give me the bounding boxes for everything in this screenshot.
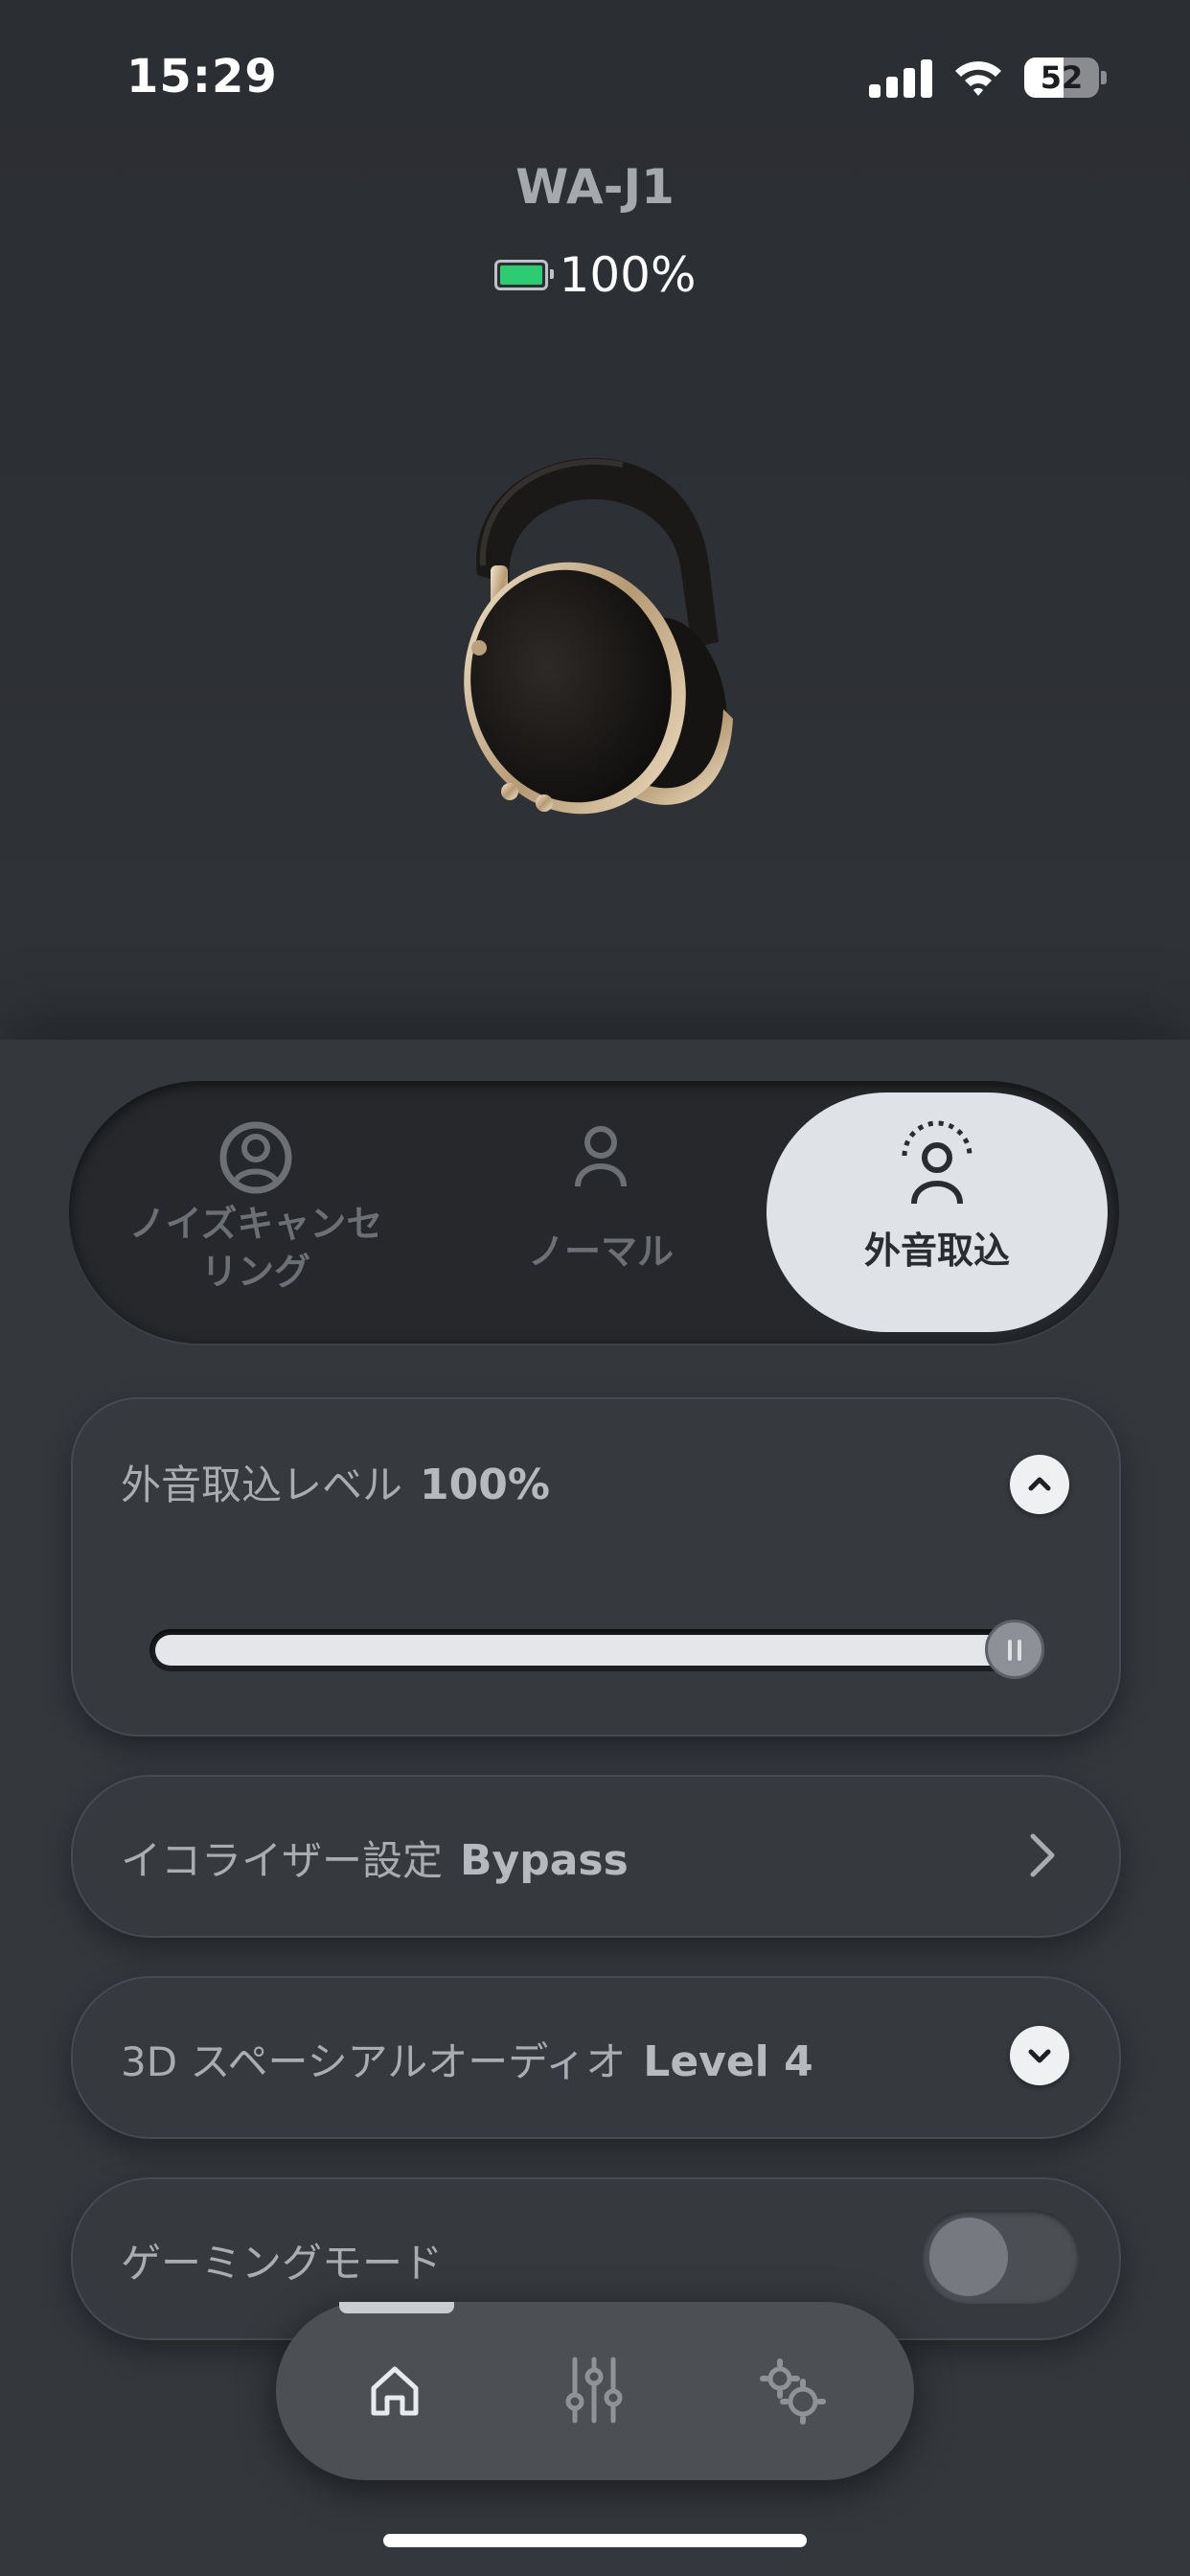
ambient-level-card: 外音取込レベル 100% (71, 1397, 1121, 1736)
mode-label: 外音取込 (863, 1230, 1010, 1272)
mode-ambient-sound[interactable]: 外音取込 (767, 1092, 1108, 1332)
ambient-level-title: 外音取込レベル 100% (121, 1453, 550, 1511)
chevron-down-icon (1028, 2049, 1051, 2063)
settings-icon[interactable] (751, 2350, 832, 2430)
equalizer-value: Bypass (460, 1836, 629, 1885)
wifi-icon (955, 61, 1001, 96)
slider-fill (155, 1635, 1010, 1666)
mode-noise-cancelling[interactable]: ノイズキャンセ リング (98, 1081, 414, 1344)
gaming-mode-toggle[interactable] (922, 2210, 1079, 2304)
device-name: WA-J1 (515, 159, 675, 215)
home-indicator (383, 2534, 807, 2547)
mode-label: ノイズキャンセ リング (128, 1203, 383, 1293)
chevron-up-icon (1028, 1477, 1051, 1491)
home-icon[interactable] (355, 2350, 435, 2430)
mode-selector: ノイズキャンセ リング ノーマル 外音取込 (69, 1081, 1119, 1344)
cellular-signal-icon (869, 59, 932, 98)
chevron-right-icon (1030, 1833, 1055, 1877)
person-icon (575, 1126, 627, 1187)
toggle-knob (929, 2218, 1008, 2296)
spatial-audio-row[interactable]: 3D スペーシアルオーディオ Level 4 (71, 1976, 1121, 2139)
spatial-audio-value: Level 4 (643, 2037, 813, 2086)
ambient-person-icon (902, 1120, 973, 1205)
slider-thumb[interactable] (985, 1620, 1044, 1679)
status-time: 15:29 (126, 50, 278, 104)
equalizer-row[interactable]: イコライザー設定 Bypass (71, 1775, 1121, 1938)
equalizer-icon[interactable] (554, 2350, 634, 2430)
ambient-level-value: 100% (420, 1460, 550, 1509)
equalizer-title: イコライザー設定 Bypass (121, 1828, 629, 1887)
active-tab-indicator (339, 2302, 454, 2313)
gaming-mode-label: ゲーミングモード (121, 2240, 444, 2287)
mode-normal[interactable]: ノーマル (443, 1081, 759, 1344)
spatial-audio-title: 3D スペーシアルオーディオ Level 4 (121, 2030, 813, 2088)
mode-label: ノーマル (527, 1230, 674, 1273)
noise-cancel-icon (219, 1121, 292, 1194)
ambient-level-slider[interactable] (149, 1620, 1044, 1679)
battery-icon: 52 (1024, 58, 1107, 98)
spatial-audio-label: 3D スペーシアルオーディオ (121, 2038, 627, 2085)
headphones-image (464, 458, 733, 815)
ambient-level-label: 外音取込レベル (121, 1461, 403, 1508)
device-battery-level: 100% (559, 247, 697, 303)
equalizer-label: イコライザー設定 (121, 1837, 444, 1884)
battery-icon (493, 259, 554, 290)
bottom-navigation (276, 2302, 914, 2480)
collapse-button[interactable] (1010, 1455, 1069, 1514)
device-battery: 100% (0, 247, 1190, 303)
battery-percent: 52 (1040, 59, 1084, 96)
expand-button[interactable] (1010, 2026, 1069, 2085)
